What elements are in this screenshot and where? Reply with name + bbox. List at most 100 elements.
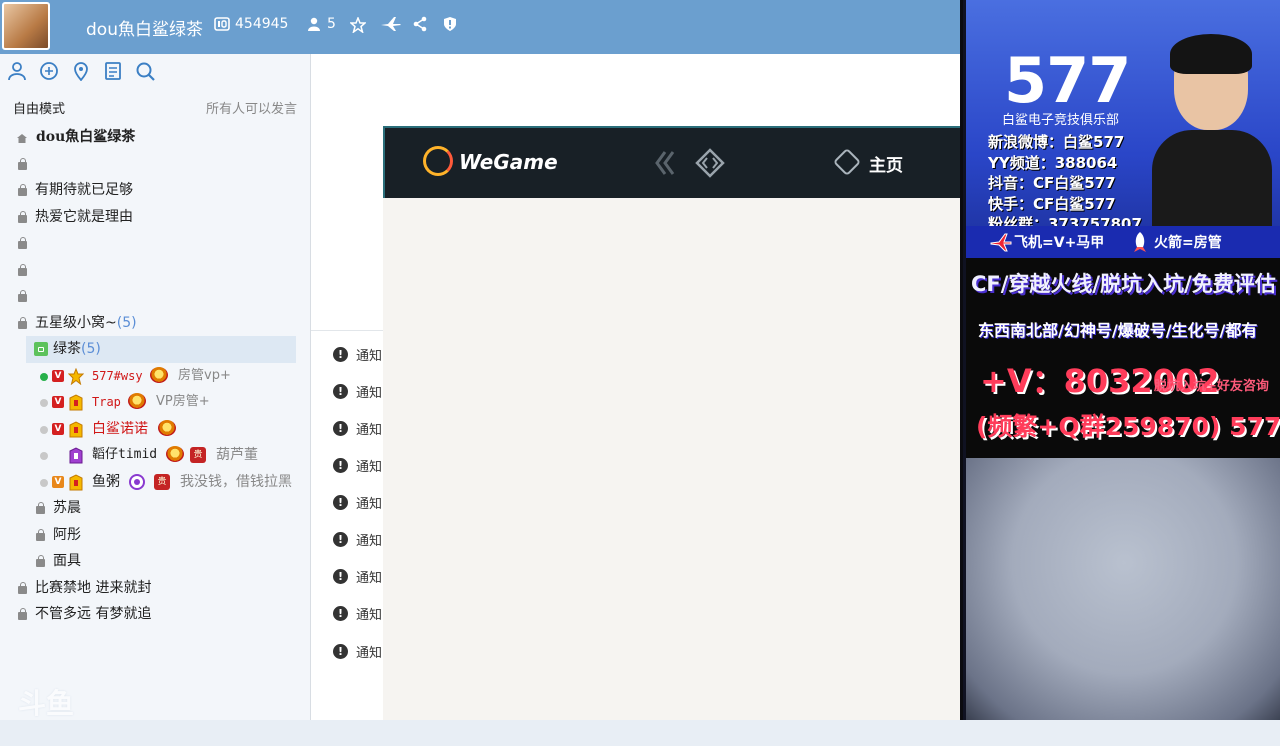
lock-icon (18, 157, 27, 170)
lock-icon (18, 184, 27, 196)
noble-badge: 贵 (190, 447, 206, 463)
crown-badge-icon (158, 419, 176, 436)
notice-text: 通知 (356, 608, 383, 623)
vip-badge: V (52, 475, 64, 488)
alert-icon: ! (333, 458, 348, 473)
user-row[interactable]: 贵 韜仔timid 葫芦董 (0, 442, 300, 469)
vip-badge: V (52, 422, 64, 435)
channel-item[interactable]: 热爱它就是理由 (0, 204, 300, 231)
chat-button[interactable] (38, 60, 60, 82)
webcam-feed (966, 458, 1280, 720)
channel-item[interactable]: 有期待就已足够 (0, 177, 300, 204)
stream-panel: 577 白鲨电子竞技俱乐部 新浪微博：白鲨577 YY频道：388064 抖音：… (960, 0, 1280, 720)
noble-badge: 贵 (154, 473, 170, 490)
location-button[interactable] (70, 60, 92, 82)
wegame-header: WeGame 主页 (383, 126, 960, 198)
notice-item[interactable]: ! 通知 (333, 493, 382, 512)
user-comment: VP房管+ (156, 394, 210, 409)
report-icon[interactable] (442, 16, 458, 32)
speaking-indicator (40, 478, 48, 487)
notice-item[interactable]: ! 通知 (333, 604, 382, 623)
notice-text: 通知 (356, 646, 383, 661)
back-icon[interactable] (653, 150, 675, 176)
user-row[interactable]: V 白鲨诺诺 (0, 416, 300, 443)
friends-button[interactable] (6, 60, 28, 82)
rank-icon (69, 473, 83, 490)
channel-label: 有期待就已足够 (35, 182, 133, 198)
user-comment: 葫芦董 (216, 447, 258, 463)
rocket-gift-text: 火箭=房管 (1154, 235, 1222, 251)
channel-locked-4[interactable] (0, 283, 300, 310)
plane-icon[interactable] (380, 16, 402, 32)
streamer-info-card: 577 白鲨电子竞技俱乐部 新浪微博：白鲨577 YY频道：388064 抖音：… (966, 0, 1280, 258)
channel-locked-3[interactable] (0, 257, 300, 284)
ad-line-1: CF/穿越火线/脱坑入坑/免费评估 (971, 272, 1276, 296)
channel-header: dou魚白鲨绿茶 454945 5 (0, 0, 960, 54)
share-icon[interactable] (412, 16, 428, 32)
room-id-value: 454945 (235, 16, 289, 32)
subchannel-item[interactable]: 面具 (0, 548, 300, 575)
wegame-logo-icon (423, 146, 453, 176)
ad-banner: CF/穿越火线/脱坑入坑/免费评估 东西南北部/幻神号/爆破号/生化号/都有 +… (966, 258, 1280, 458)
speak-mode[interactable]: 自由模式 (13, 102, 65, 117)
document-icon (105, 62, 121, 80)
notice-text: 通知 (356, 460, 383, 475)
notice-item[interactable]: ! 通知 (333, 567, 382, 586)
search-icon (136, 62, 155, 81)
notice-item[interactable]: ! 通知 (333, 530, 382, 549)
room-id: 454945 (214, 16, 288, 32)
speak-permission: 所有人可以发言 (205, 102, 297, 117)
subchannel-item[interactable]: 阿彤 (0, 522, 300, 549)
search-button[interactable] (134, 60, 156, 82)
subchannel-label: 绿茶(5) (53, 341, 101, 357)
user-name: Trap (92, 395, 121, 409)
notice-item[interactable]: ! 通知 (333, 456, 382, 475)
crown-badge-icon (128, 393, 146, 409)
star-icon[interactable] (350, 17, 366, 33)
crown-badge-icon (166, 446, 184, 462)
user-name: 韜仔timid (92, 447, 158, 462)
ad-contact-note: 脱坑入坑+好友咨询 (1154, 379, 1269, 394)
lock-icon (18, 316, 27, 329)
speaking-indicator (40, 425, 48, 434)
user-row[interactable]: V 贵 鱼粥 我没钱，借钱拉黑 (0, 469, 300, 496)
subchannel-selected[interactable]: 绿茶(5) (26, 336, 296, 363)
lock-icon (18, 210, 27, 223)
channel-name: dou魚白鲨绿茶 (86, 20, 203, 40)
channel-label: 热爱它就是理由 (35, 208, 133, 225)
notice-item[interactable]: ! 通知 (333, 382, 382, 401)
rank-icon (69, 420, 83, 437)
user-row[interactable]: V Trap VP房管+ (0, 389, 300, 416)
wegame-window[interactable]: WeGame 主页 (383, 126, 960, 720)
channel-tree-panel: 自由模式 所有人可以发言 dou魚白鲨绿茶 有期待就已足够 热爱它就是理由 五星… (0, 54, 310, 720)
channel-label: 五星级小窝~(5) (35, 314, 137, 331)
notice-item[interactable]: ! 通知 (333, 345, 382, 364)
subchannel-item[interactable]: 苏晨 (0, 495, 300, 522)
rank-icon (69, 394, 83, 411)
ad-line-2: 东西南北部/幻神号/爆破号/生化号/都有 (978, 321, 1258, 340)
channel-item[interactable]: 比赛禁地 进来就封 (0, 575, 300, 602)
notes-button[interactable] (102, 60, 124, 82)
channel-avatar[interactable] (2, 2, 50, 50)
wegame-home-tab[interactable]: 主页 (869, 151, 903, 176)
notice-item[interactable]: ! 通知 (333, 419, 382, 438)
subchannel-label: 面具 (53, 553, 81, 569)
speaking-indicator (40, 399, 48, 407)
lock-icon (36, 528, 45, 541)
channel-locked-1[interactable] (0, 151, 300, 178)
speaking-indicator (40, 372, 48, 381)
channel-item[interactable]: 五星级小窝~(5) (0, 310, 300, 337)
lock-icon (18, 581, 27, 594)
channel-item[interactable]: 不管多远 有梦就追 (0, 601, 300, 628)
channel-root-label: dou魚白鲨绿茶 (36, 129, 136, 145)
channel-root[interactable]: dou魚白鲨绿茶 (0, 124, 300, 151)
notice-item[interactable]: ! 通知 (333, 642, 382, 661)
id-icon (214, 17, 230, 31)
vip-badge: V (52, 396, 64, 408)
forward-icon[interactable] (695, 148, 725, 178)
rocket-gift-icon (1134, 232, 1146, 252)
user-count-value: 5 (327, 16, 336, 32)
channel-locked-2[interactable] (0, 230, 300, 257)
user-row[interactable]: V 577#wsy 房管vp+ (0, 363, 300, 390)
home-icon (832, 147, 862, 177)
